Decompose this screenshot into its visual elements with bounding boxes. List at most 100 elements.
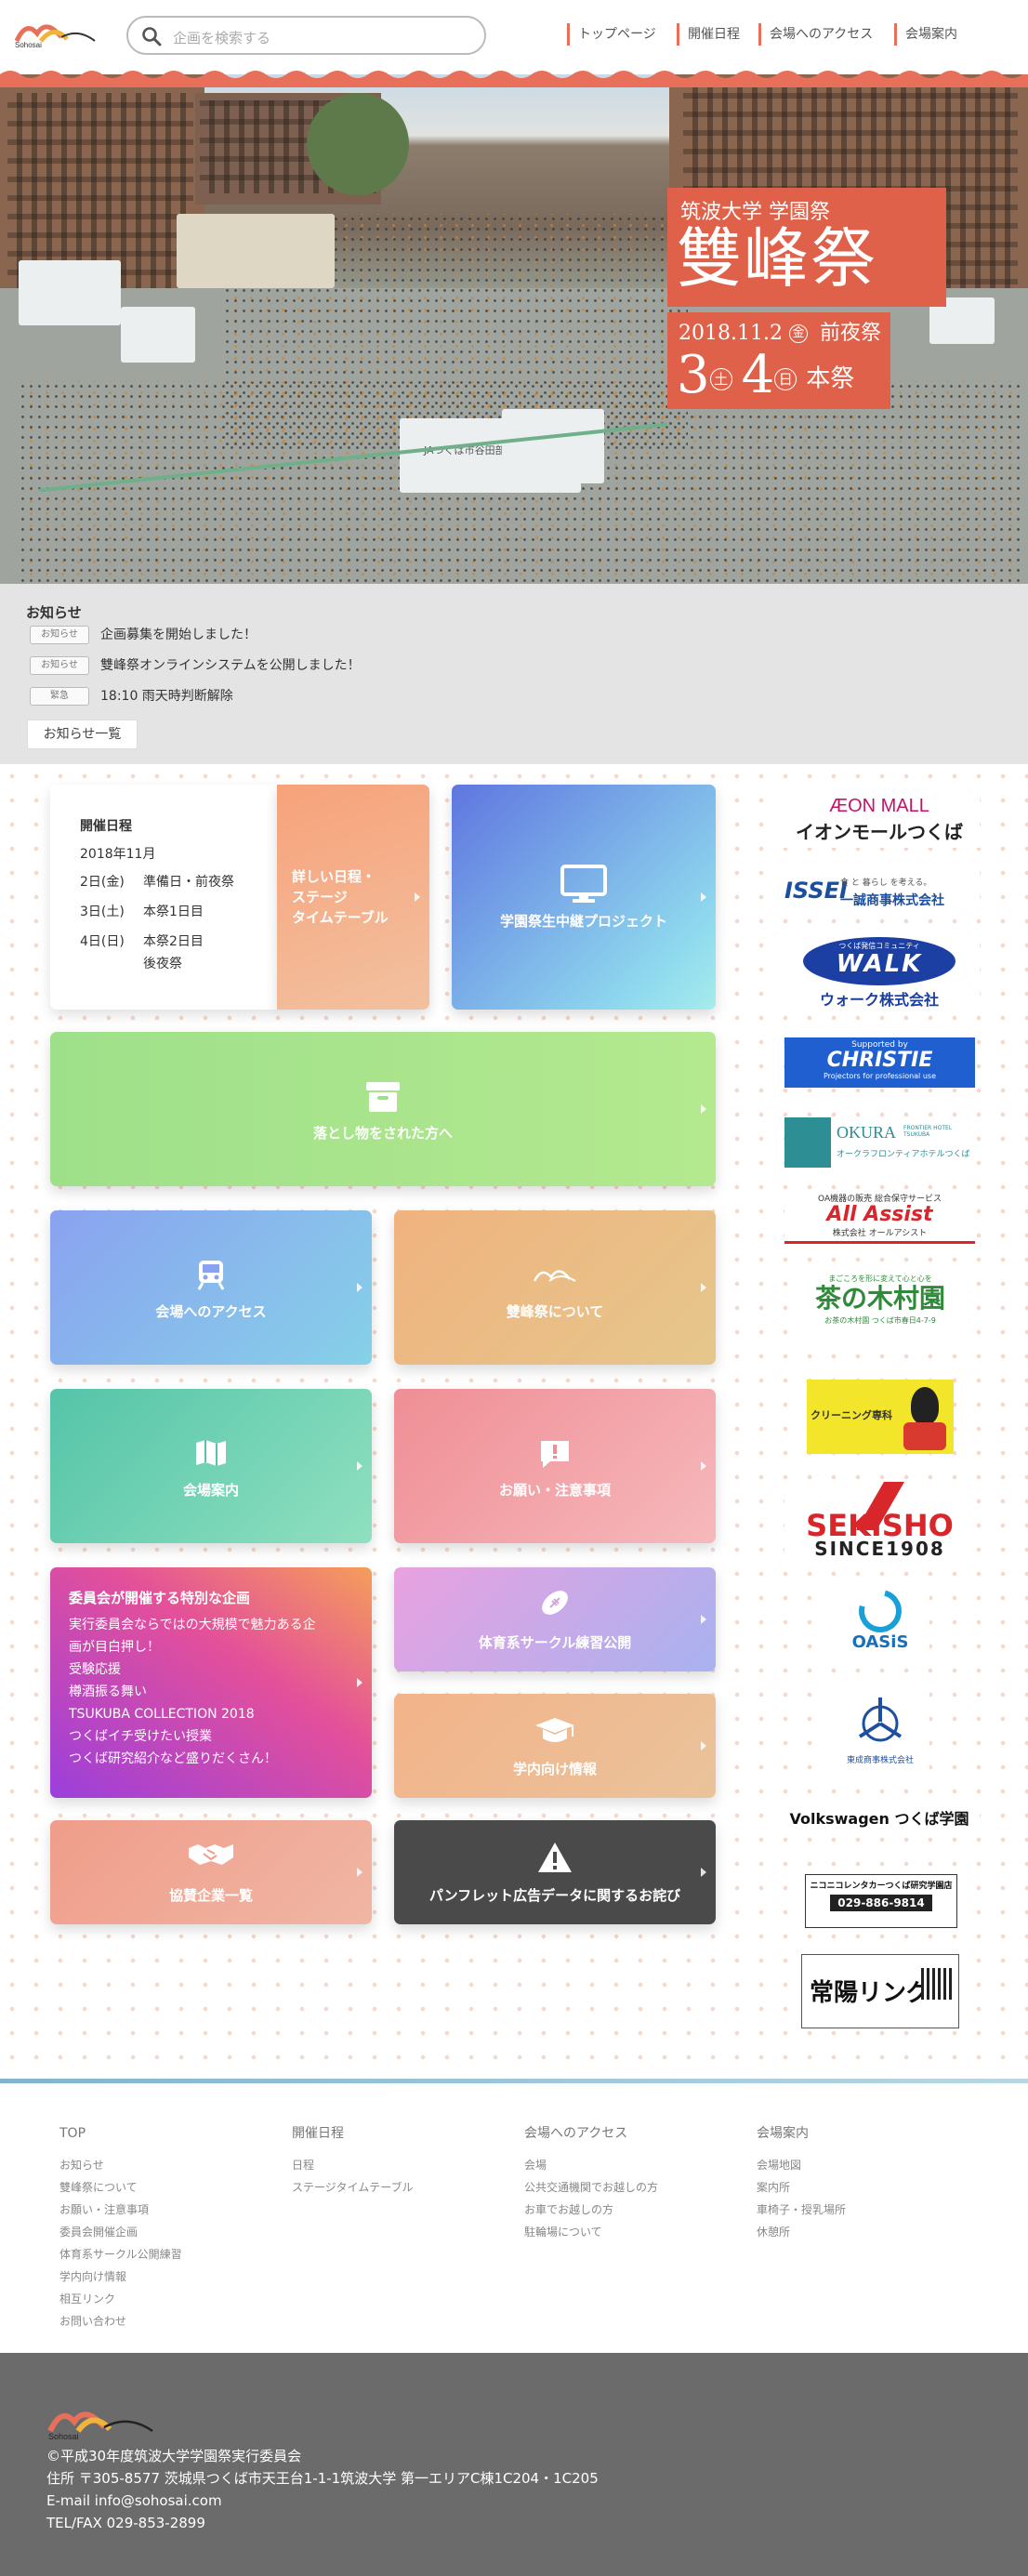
- notes-card[interactable]: お願い・注意事項: [394, 1389, 716, 1543]
- special-line: TSUKUBA COLLECTION 2018: [69, 1707, 255, 1722]
- christie-logo: CHRISTIE: [826, 1049, 933, 1072]
- sports-card[interactable]: 体育系サークル練習公開: [394, 1567, 716, 1671]
- christie-sub: Projectors for professional use: [824, 1072, 936, 1080]
- notice-text[interactable]: 雙峰祭オンラインシステムを公開しました！: [100, 658, 361, 673]
- sohosai-logo[interactable]: Sohosai: [13, 17, 99, 48]
- sponsor-allassist[interactable]: OA機器の販売 総合保守サービス All Assist 株式会社 オールアシスト: [784, 1192, 975, 1246]
- sponsor-christie[interactable]: Supported by CHRISTIE Projectors for pro…: [784, 1037, 975, 1088]
- sponsor-walk[interactable]: つくば発信コミュニティ WALK ウォーク株式会社: [779, 933, 980, 1009]
- sponsor-oasis[interactable]: OASiS: [831, 1581, 929, 1662]
- about-label: 雙峰祭について: [506, 1303, 604, 1320]
- footnav-link[interactable]: 公共交通機関でお越しの方: [524, 2176, 658, 2199]
- issei-name: 一誠商事株式会社: [840, 893, 944, 908]
- arrow-icon: [701, 1741, 706, 1750]
- nav-access[interactable]: 会場へのアクセス: [758, 23, 873, 46]
- graduation-cap-icon: [535, 1718, 574, 1742]
- campus-info-card[interactable]: 学内向け情報: [394, 1694, 716, 1798]
- footnav-link[interactable]: 会場地図: [757, 2154, 846, 2176]
- lost-and-found-card[interactable]: 落とし物をされた方へ: [50, 1032, 716, 1186]
- pamphlet-apology-card[interactable]: パンフレット広告データに関するお詫び: [394, 1820, 716, 1924]
- footnav-link[interactable]: 日程: [292, 2154, 414, 2176]
- arrow-icon: [701, 1283, 706, 1292]
- sponsor-okura[interactable]: OKURA FRONTIER HOTEL TSUKUBA オークラフロンティアホ…: [784, 1117, 975, 1168]
- hero-day4: 日: [774, 367, 797, 390]
- footnav-link[interactable]: 雙峰祭について: [59, 2176, 182, 2199]
- access-card[interactable]: 会場へのアクセス: [50, 1210, 372, 1365]
- footnav-col: 会場へのアクセス 会場 公共交通機関でお越しの方 お車でお越しの方 駐輪場につい…: [524, 2122, 658, 2243]
- footnav-head[interactable]: 会場へのアクセス: [524, 2122, 658, 2145]
- about-card[interactable]: 雙峰祭について: [394, 1210, 716, 1365]
- detail-line: 詳しい日程・: [292, 868, 376, 885]
- notice-list-button[interactable]: お知らせ一覧: [27, 720, 138, 749]
- footnav-link[interactable]: 車椅子・授乳場所: [757, 2199, 846, 2221]
- schedule-title: 開催日程: [80, 819, 132, 834]
- notice-text[interactable]: 企画募集を開始しました！: [100, 627, 257, 642]
- schedule-day: 4日(日): [80, 934, 125, 949]
- notice-item[interactable]: 緊急 18:10 雨天時判断解除: [30, 686, 233, 707]
- notice-item[interactable]: お知らせ 雙峰祭オンラインシステムを公開しました！: [30, 655, 361, 676]
- tent: [121, 307, 195, 363]
- sohosai-mark-icon: [533, 1270, 576, 1282]
- sponsor-cleaning[interactable]: クリーニング専科: [807, 1380, 954, 1454]
- sekisho-since: SINCE1908: [814, 1538, 945, 1560]
- special-line: 実行委員会ならではの大規模で魅力ある企: [69, 1618, 316, 1632]
- footnav-link[interactable]: ステージタイムテーブル: [292, 2176, 414, 2199]
- nav-guide[interactable]: 会場案内: [894, 23, 957, 46]
- okura-jp: オークラフロンティアホテルつくば: [837, 1150, 970, 1159]
- lost-label: 落とし物をされた方へ: [312, 1125, 453, 1142]
- sponsors-card[interactable]: 協賛企業一覧: [50, 1820, 372, 1924]
- footnav-link[interactable]: 駐輪場について: [524, 2221, 658, 2243]
- footnav-link[interactable]: 体育系サークル公開練習: [59, 2243, 182, 2266]
- schedule-detail-button[interactable]: 詳しい日程・ ステージ タイムテーブル: [277, 785, 429, 1010]
- footnav-link[interactable]: お問い合わせ: [59, 2310, 182, 2332]
- notice-item[interactable]: お知らせ 企画募集を開始しました！: [30, 625, 257, 645]
- sponsor-vw[interactable]: Volkswagen つくば学園: [779, 1805, 980, 1833]
- notice-text[interactable]: 18:10 雨天時判断解除: [100, 689, 233, 704]
- aeon-name: イオンモールつくば: [796, 821, 963, 843]
- sponsor-toei[interactable]: 東成商事株式会社: [831, 1692, 929, 1770]
- footnav-link[interactable]: お願い・注意事項: [59, 2199, 182, 2221]
- sponsor-kimuraen[interactable]: まごころを形に変えて心と心を 茶の木村園 お茶の木村園 つくば市春日4-7-9: [801, 1274, 959, 1350]
- detail-line: タイムテーブル: [292, 909, 389, 926]
- tea-logo: 茶の木村園: [814, 1285, 945, 1314]
- sponsor-tsuneyo[interactable]: 常陽リング: [801, 1954, 959, 2028]
- footnav-link[interactable]: お知らせ: [59, 2154, 182, 2176]
- broadcast-label: 学園祭生中継プロジェクト: [499, 913, 667, 930]
- nav-top[interactable]: トップページ: [567, 23, 656, 46]
- nav-schedule[interactable]: 開催日程: [677, 23, 740, 46]
- footnav-link[interactable]: 休憩所: [757, 2221, 846, 2243]
- broadcast-card[interactable]: 学園祭生中継プロジェクト: [452, 785, 716, 1010]
- footnav-col: TOP お知らせ 雙峰祭について お願い・注意事項 委員会開催企画 体育系サーク…: [59, 2122, 182, 2332]
- footer-address: 住所 〒305-8577 茨城県つくば市天王台1-1-1筑波大学 第一エリアC棟…: [46, 2470, 599, 2487]
- allassist-name: 株式会社 オールアシスト: [832, 1229, 928, 1238]
- handshake-icon: [189, 1844, 233, 1865]
- footnav-link[interactable]: 会場: [524, 2154, 658, 2176]
- football-icon: [542, 1591, 568, 1615]
- footer-email[interactable]: E-mail info@sohosai.com: [46, 2490, 222, 2511]
- sponsor-niko[interactable]: ニコニコレンタカーつくば研究学園店 029-886-9814: [805, 1874, 957, 1928]
- sponsor-issei[interactable]: ISSEI 食 と 暮らし を考える。 一誠商事株式会社: [779, 870, 980, 915]
- tent: [502, 409, 604, 483]
- hero-day3: 土: [709, 367, 732, 390]
- footnav-link[interactable]: お車でお越しの方: [524, 2199, 658, 2221]
- site-footer: Sohosai ©平成30年度筑波大学学園祭実行委員会 住所 〒305-8577…: [0, 2353, 1028, 2576]
- walk-logo: WALK: [836, 950, 923, 978]
- footnav-head[interactable]: 会場案内: [757, 2122, 846, 2145]
- footnav-link[interactable]: 学内向け情報: [59, 2266, 182, 2288]
- footnav-head[interactable]: 開催日程: [292, 2122, 414, 2145]
- search-input[interactable]: 企画を検索する: [126, 16, 486, 55]
- footnav-link[interactable]: 相互リンク: [59, 2288, 182, 2310]
- sponsor-sekisho[interactable]: SEKISHO SINCE1908: [784, 1482, 975, 1560]
- venue-guide-card[interactable]: 会場案内: [50, 1389, 372, 1543]
- footnav-head[interactable]: TOP: [59, 2122, 182, 2145]
- footnav-link[interactable]: 委員会開催企画: [59, 2221, 182, 2243]
- special-line: つくば研究紹介など盛りだくさん！: [69, 1751, 277, 1766]
- schedule-day: 3日(土): [80, 905, 125, 919]
- footer-nav: TOP お知らせ 雙峰祭について お願い・注意事項 委員会開催企画 体育系サーク…: [0, 2083, 1028, 2353]
- issei-logo: ISSEI: [784, 878, 848, 904]
- access-label: 会場へのアクセス: [155, 1303, 267, 1320]
- footnav-link[interactable]: 案内所: [757, 2176, 846, 2199]
- special-events-card[interactable]: 委員会が開催する特別な企画 実行委員会ならではの大規模で魅力ある企 画が目白押し…: [50, 1567, 372, 1798]
- sponsor-aeon[interactable]: ÆON MALL イオンモールつくば: [779, 796, 980, 848]
- allassist-logo: All Assist: [826, 1203, 933, 1226]
